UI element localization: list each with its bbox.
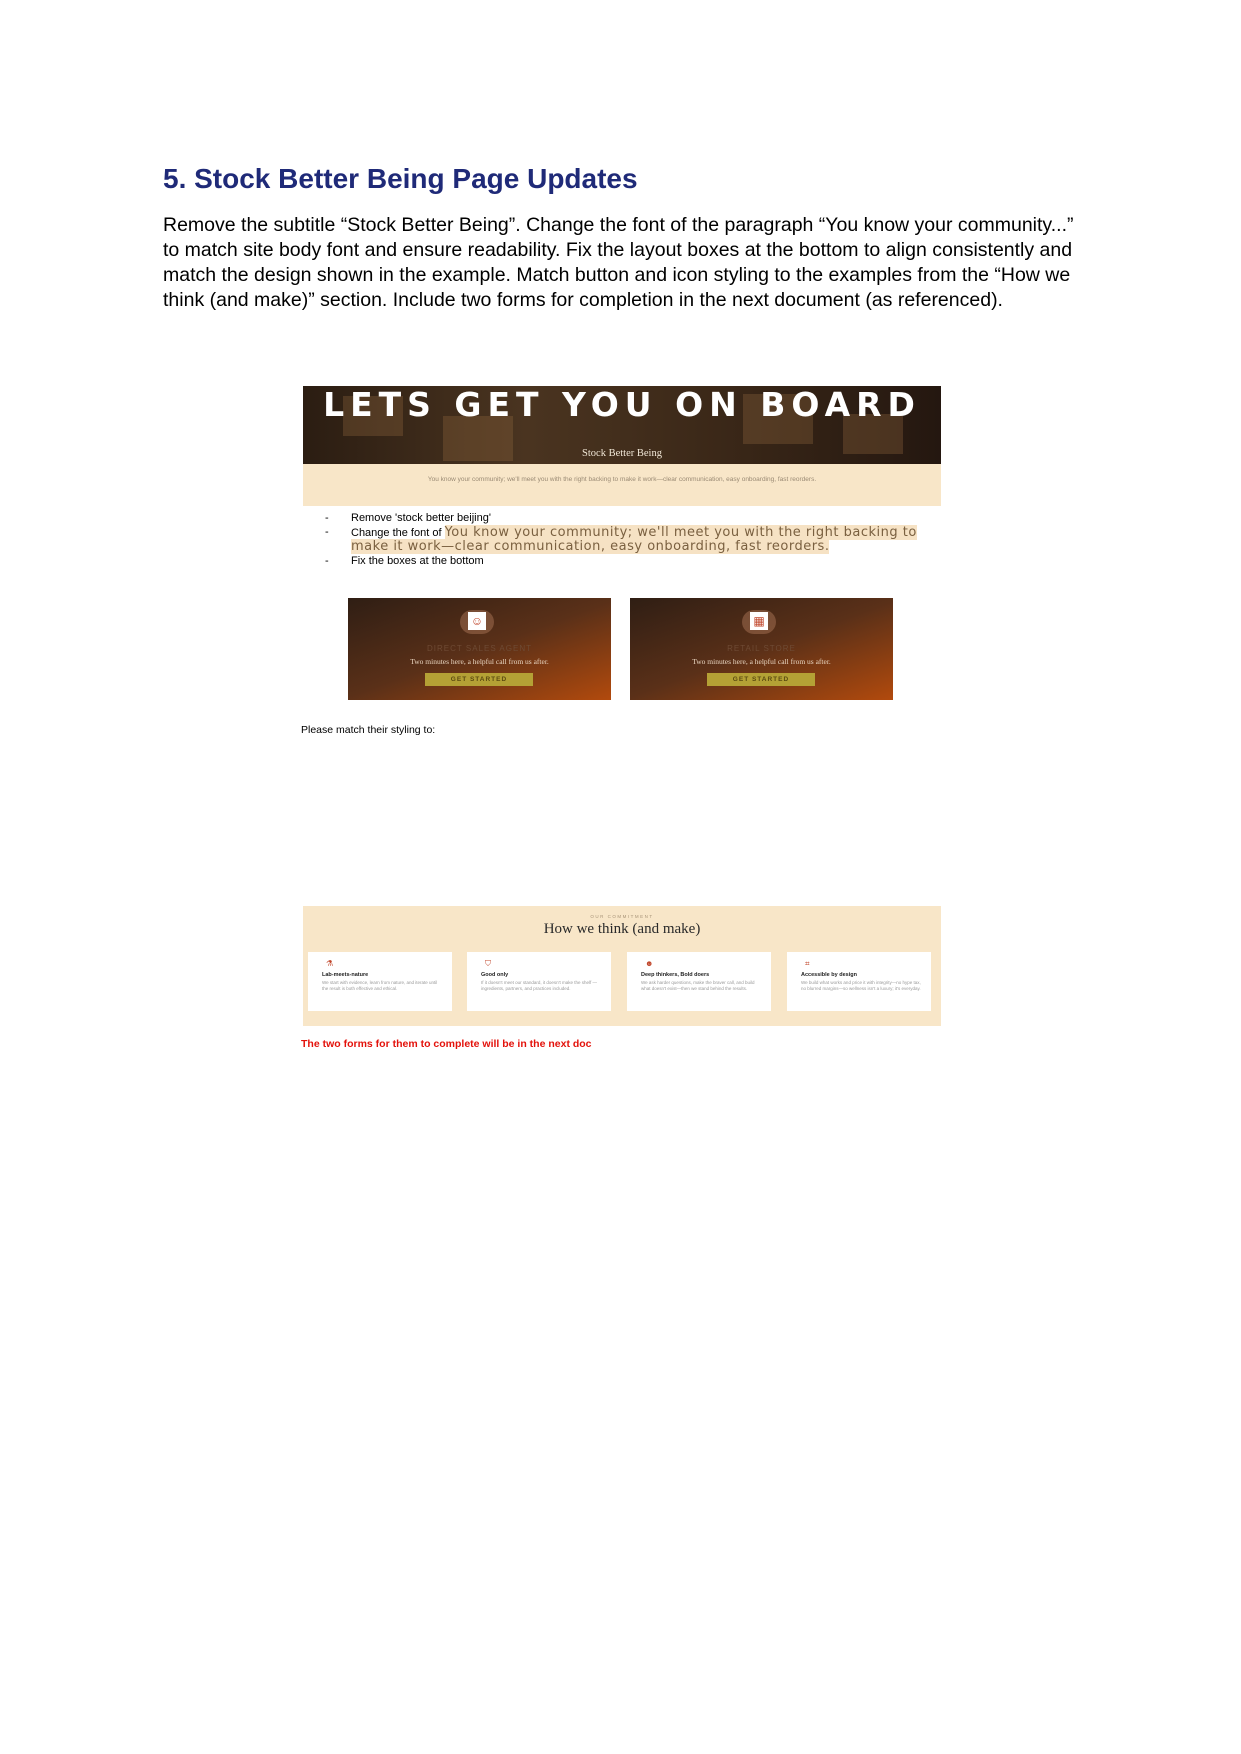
section-heading: 5. Stock Better Being Page Updates: [163, 163, 638, 194]
commitment-eyebrow: OUR COMMITMENT: [590, 914, 654, 919]
commitment-card-title: Deep thinkers, Bold doers: [641, 972, 710, 978]
hero-banner: LETS GET YOU ON BOARD Stock Better Being: [303, 386, 941, 464]
card-description: Two minutes here, a helpful call from us…: [692, 657, 831, 666]
intro-paragraph: Remove the subtitle “Stock Better Being”…: [163, 214, 1074, 311]
list-item: - Fix the boxes at the bottom: [325, 555, 945, 568]
hero-title: LETS GET YOU ON BOARD: [323, 386, 921, 424]
get-started-button[interactable]: GET STARTED: [425, 673, 533, 686]
shield-icon: ⛉: [485, 959, 491, 968]
card-direct-sales-agent: ☺ DIRECT SALES AGENT Two minutes here, a…: [348, 598, 611, 700]
commitment-card-body: We start with evidence, learn from natur…: [322, 980, 438, 991]
hero-body-section: You know your community; we'll meet you …: [303, 464, 941, 506]
tag-icon: ⌗: [805, 959, 810, 968]
flask-icon: ⚗: [326, 959, 334, 968]
card-title: RETAIL STORE: [727, 644, 796, 653]
commitment-card-body: We build what works and price it with in…: [801, 980, 921, 991]
commitment-card-title: Accessible by design: [801, 972, 857, 978]
commitment-card-title: Lab-meets-nature: [322, 972, 369, 978]
hero-subtitle: Stock Better Being: [582, 448, 662, 459]
card-retail-store: ▦ RETAIL STORE Two minutes here, a helpf…: [630, 598, 893, 700]
card-description: Two minutes here, a helpful call from us…: [410, 657, 549, 666]
commitment-card-body: We ask harder questions, make the braver…: [641, 980, 755, 991]
commitment-card-title: Good only: [481, 972, 509, 978]
hero-body-text: You know your community; we'll meet you …: [427, 476, 817, 483]
commitment-card: ⌗ Accessible by design We build what wor…: [787, 952, 931, 1011]
commitment-card: ⛉ Good only If it doesn't meet our stand…: [467, 952, 611, 1011]
commitment-screenshot: OUR COMMITMENT How we think (and make) ⚗…: [303, 906, 941, 1026]
agent-icon: ☺: [460, 610, 494, 634]
store-icon: ▦: [742, 610, 776, 634]
card-title: DIRECT SALES AGENT: [427, 644, 532, 653]
commitment-card: ☻ Deep thinkers, Bold doers We ask harde…: [627, 952, 771, 1011]
note-fix-boxes: Fix the boxes at the bottom: [351, 555, 484, 567]
forms-footnote: The two forms for them to complete will …: [301, 1038, 592, 1050]
match-instruction: Please match their styling to:: [301, 724, 436, 736]
hero-screenshot: LETS GET YOU ON BOARD Stock Better Being…: [303, 386, 941, 506]
commitment-card-body: If it doesn't meet our standard, it does…: [481, 980, 598, 991]
head-icon: ☻: [645, 959, 654, 968]
note-change-font: Change the font of: [351, 527, 445, 539]
commitment-title: How we think (and make): [543, 921, 701, 937]
list-item: - Remove 'stock better beijing': [325, 512, 945, 525]
note-remove-subtitle: Remove 'stock better beijing': [351, 512, 491, 524]
list-item: - Change the font of You know your commu…: [325, 525, 917, 554]
get-started-button[interactable]: GET STARTED: [707, 673, 815, 686]
commitment-card: ⚗ Lab-meets-nature We start with evidenc…: [308, 952, 452, 1011]
notes-list: - Remove 'stock better beijing' - Change…: [325, 512, 945, 569]
